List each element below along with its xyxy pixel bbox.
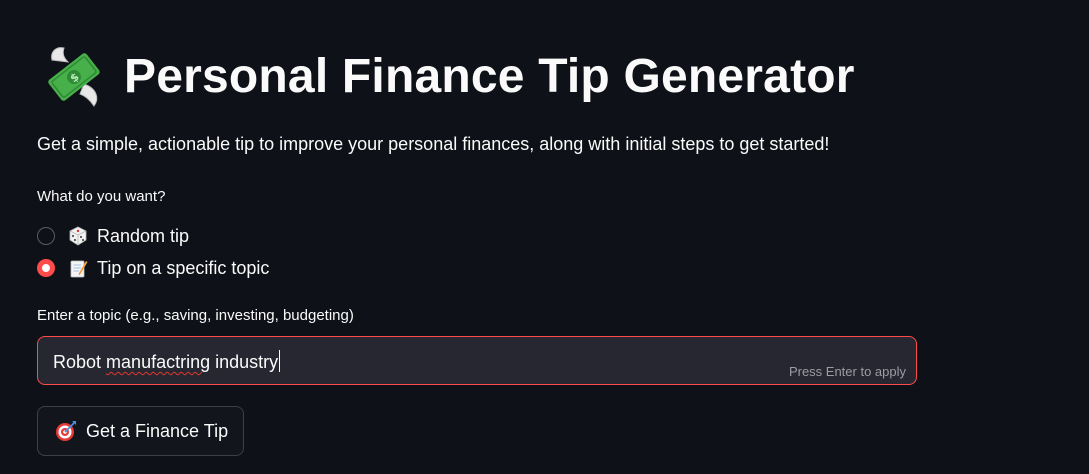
radio-option-random-tip[interactable]: Random tip [37, 220, 269, 252]
get-finance-tip-button-label: Get a Finance Tip [86, 420, 229, 441]
radio-option-specific-topic[interactable]: Tip on a specific topic [37, 252, 269, 284]
get-finance-tip-button[interactable]: Get a Finance Tip [37, 406, 244, 456]
page-header: $ Personal Finance Tip Generator [44, 44, 855, 110]
topic-input-value[interactable]: Robot manufactring industry [53, 350, 281, 373]
topic-input-value-part1: Robot [53, 352, 107, 372]
app-page: $ Personal Finance Tip Generator Get a s… [0, 0, 1089, 474]
mode-radio-group: Random tip Tip on a specific topic [37, 220, 269, 284]
direct-hit-icon [55, 420, 77, 442]
money-with-wings-icon: $ [44, 44, 104, 110]
topic-input-value-misspelled: manufactring [106, 352, 211, 372]
radio-label-random-tip: Random tip [97, 225, 190, 246]
memo-icon [68, 258, 88, 278]
radio-button-unselected[interactable] [37, 227, 55, 245]
page-description: Get a simple, actionable tip to improve … [37, 134, 830, 154]
page-title: Personal Finance Tip Generator [124, 50, 855, 103]
game-die-icon [68, 226, 88, 246]
radio-button-selected[interactable] [37, 259, 55, 277]
press-enter-hint: Press Enter to apply [788, 364, 906, 379]
topic-input[interactable]: Robot manufactring industry Press Enter … [37, 336, 917, 385]
topic-input-label: Enter a topic (e.g., saving, investing, … [37, 307, 354, 324]
radio-label-specific-topic: Tip on a specific topic [97, 257, 270, 278]
text-caret [279, 350, 281, 372]
mode-question-label: What do you want? [37, 188, 166, 205]
topic-input-value-part2: industry [210, 352, 279, 372]
